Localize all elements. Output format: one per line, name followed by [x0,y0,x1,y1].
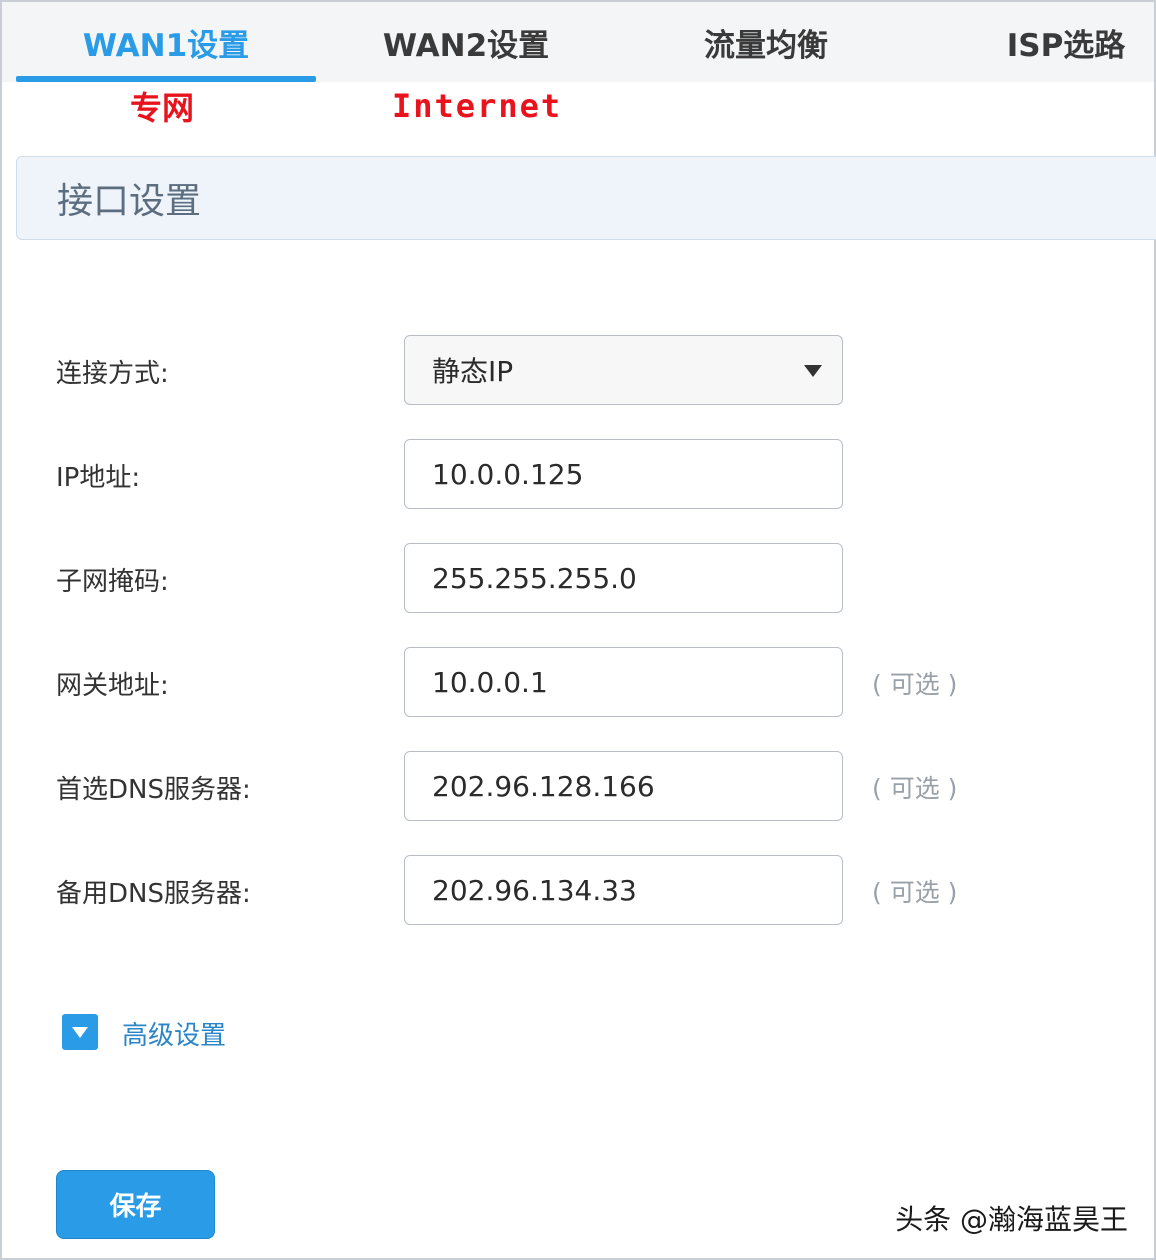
tab-bar: WAN1设置 WAN2设置 流量均衡 ISP选路 [2,2,1154,82]
ip-address-input[interactable]: 10.0.0.125 [404,439,843,509]
ip-address-label: IP地址: [56,462,141,493]
primary-dns-optional-hint: ( 可选 ) [872,774,958,803]
advanced-settings-toggle[interactable] [62,1014,98,1050]
chevron-down-icon [804,365,822,377]
gateway-label: 网关地址: [56,670,169,701]
gateway-optional-hint: ( 可选 ) [872,670,958,699]
gateway-input[interactable]: 10.0.0.1 [404,647,843,717]
active-tab-indicator [16,76,316,82]
tab-wan2[interactable]: WAN2设置 [316,2,616,82]
secondary-dns-input[interactable]: 202.96.134.33 [404,855,843,925]
annotation-internet: Internet [392,87,563,125]
connection-type-label: 连接方式: [56,358,169,389]
primary-dns-label: 首选DNS服务器: [56,774,251,805]
section-header: 接口设置 [16,156,1156,240]
annotation-private-network: 专网 [130,89,195,127]
save-button[interactable]: 保存 [56,1170,215,1239]
primary-dns-input[interactable]: 202.96.128.166 [404,751,843,821]
connection-type-select[interactable]: 静态IP [404,335,843,405]
tab-wan1[interactable]: WAN1设置 [16,2,316,82]
subnet-mask-label: 子网掩码: [56,566,169,597]
watermark: 头条 @瀚海蓝昊王 [895,1203,1128,1236]
secondary-dns-label: 备用DNS服务器: [56,878,251,909]
tab-load-balance[interactable]: 流量均衡 [616,2,916,82]
tab-isp-routing[interactable]: ISP选路 [916,2,1156,82]
connection-type-value: 静态IP [432,355,514,388]
expand-down-icon [72,1027,88,1038]
secondary-dns-optional-hint: ( 可选 ) [872,878,958,907]
advanced-settings-link[interactable]: 高级设置 [122,1012,226,1054]
subnet-mask-input[interactable]: 255.255.255.0 [404,543,843,613]
section-title: 接口设置 [57,181,202,222]
